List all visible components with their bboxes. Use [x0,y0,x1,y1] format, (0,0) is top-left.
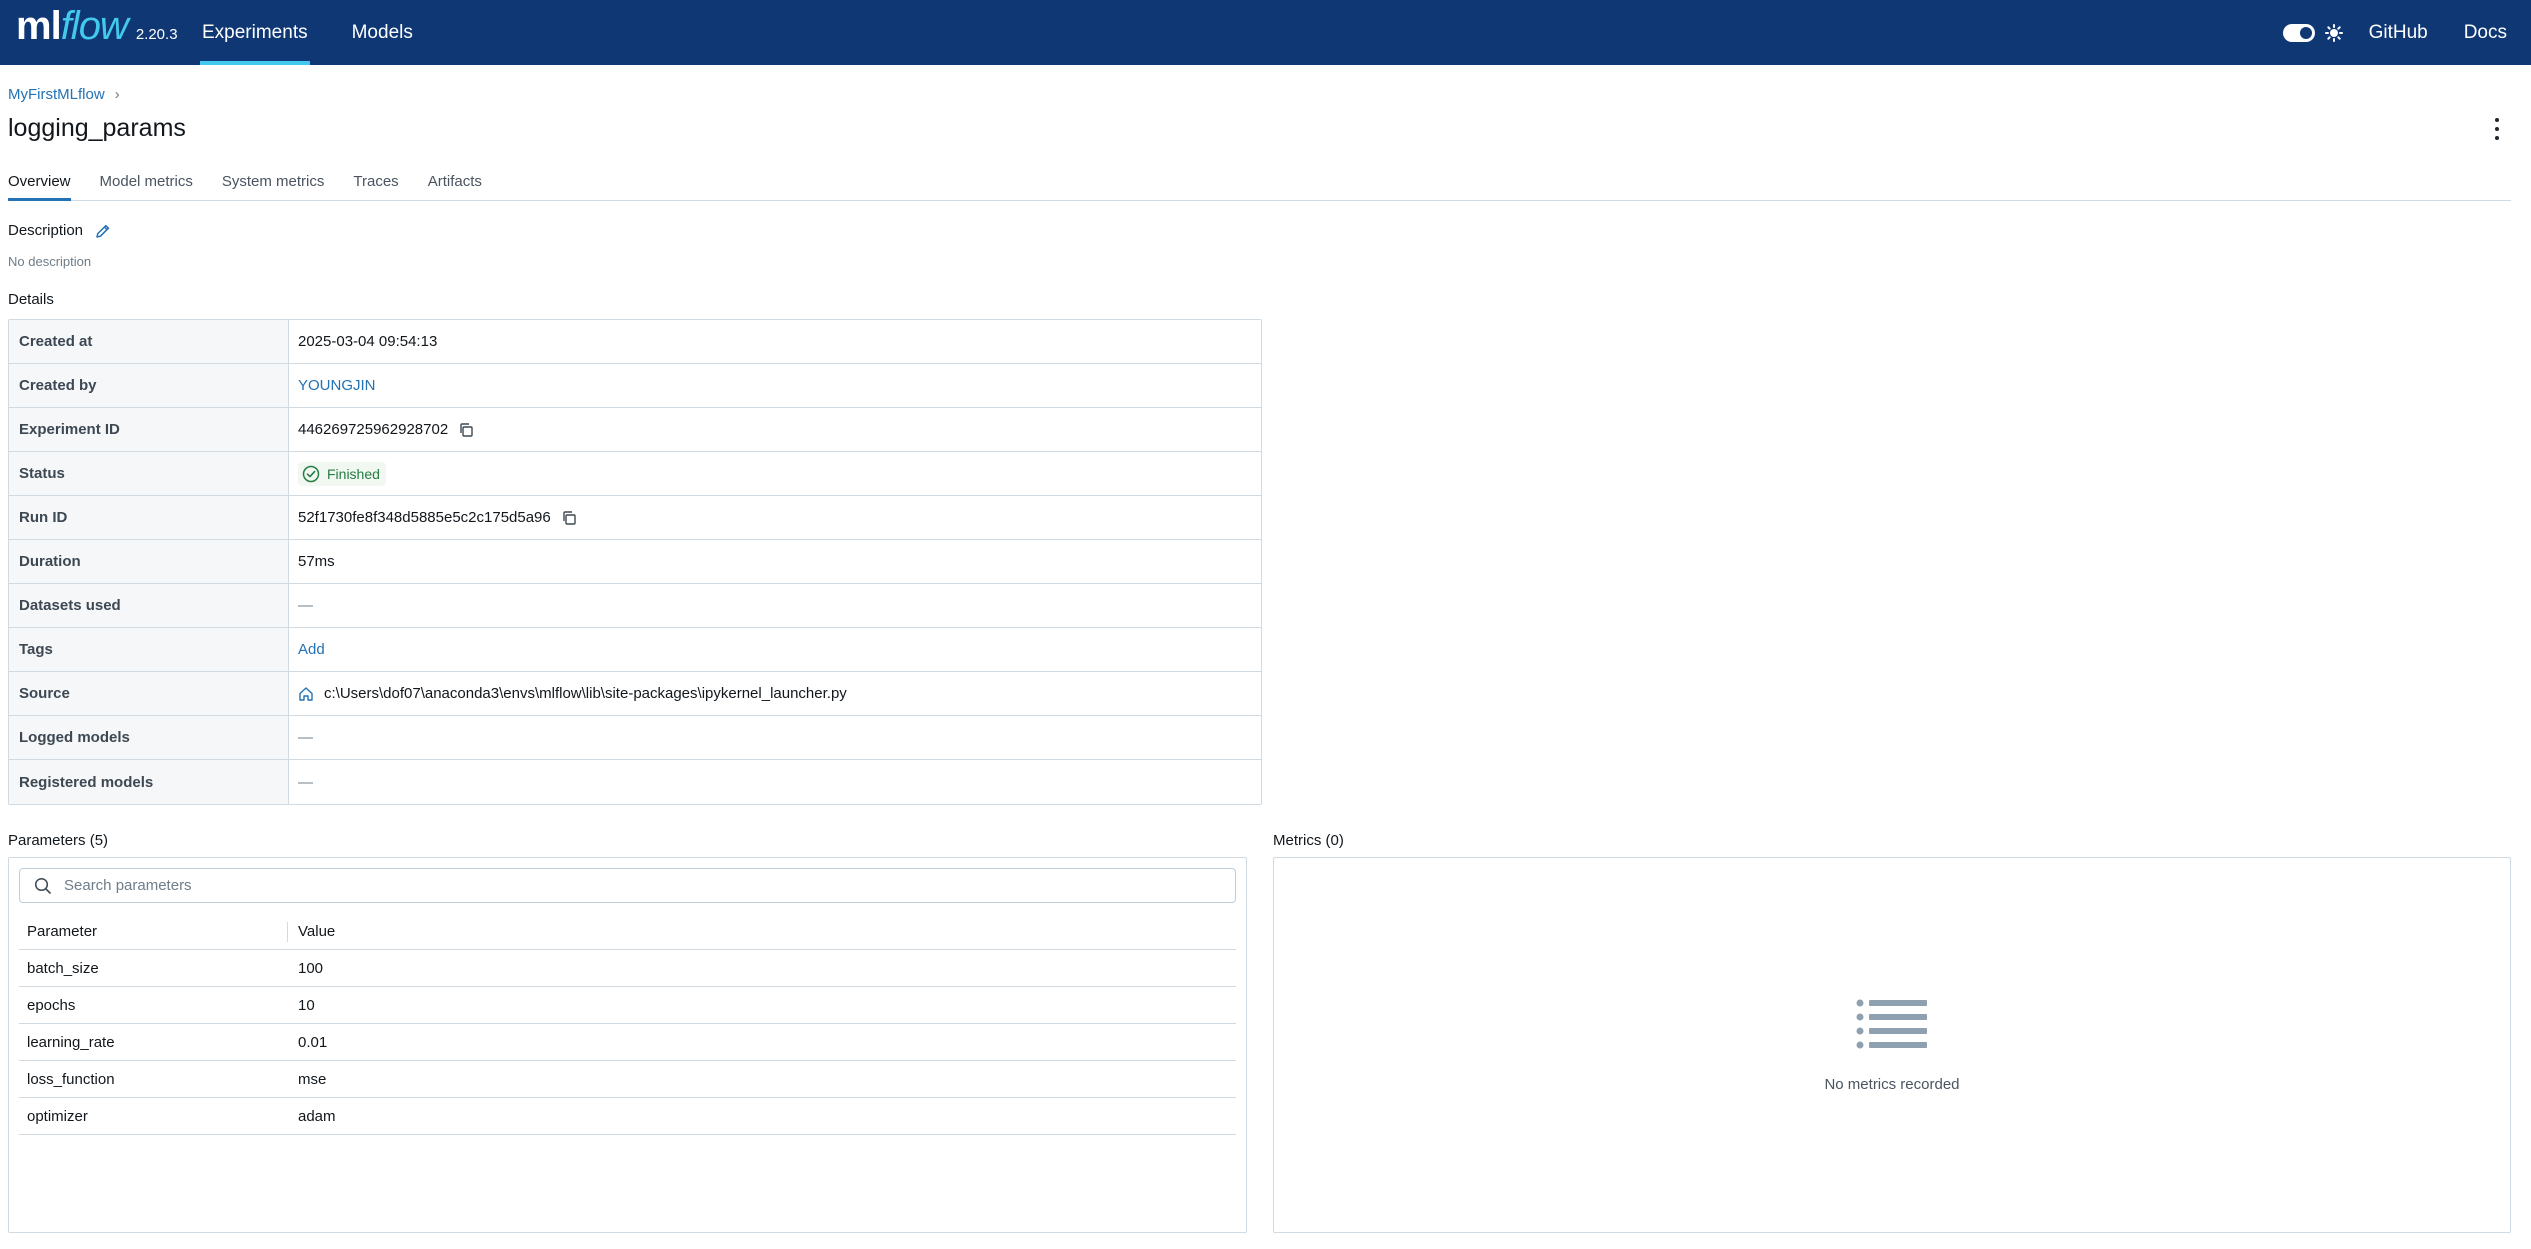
details-row-source: Source c:\Users\dof07\anaconda3\envs\mlf… [9,672,1261,716]
details-heading: Details [8,291,54,308]
details-key: Registered models [9,760,289,804]
pencil-icon[interactable] [95,223,111,239]
sun-icon[interactable] [2324,23,2343,42]
copy-icon[interactable] [458,422,474,438]
tab-artifacts[interactable]: Artifacts [428,170,482,200]
details-key: Logged models [9,716,289,759]
metrics-empty-state: No metrics recorded [1274,858,2510,1232]
run-tabs: Overview Model metrics System metrics Tr… [8,170,2511,201]
github-link[interactable]: GitHub [2369,22,2428,44]
table-row: epochs 10 [19,987,1236,1024]
breadcrumb-separator: › [114,86,120,103]
status-text: Finished [327,465,380,482]
parameters-panel: Parameter Value batch_size 100 epochs 10… [8,857,1247,1233]
run-id-value: 52f1730fe8f348d5885e5c2c175d5a96 [298,509,551,526]
version-label: 2.20.3 [135,26,178,43]
details-row-datasets-used: Datasets used — [9,584,1261,628]
table-row: batch_size 100 [19,950,1236,987]
details-key: Created by [9,364,289,407]
search-parameters-input[interactable] [62,876,1235,895]
header-actions: GitHub Docs [2282,0,2507,65]
details-row-experiment-id: Experiment ID 446269725962928702 [9,408,1261,452]
duration-value: 57ms [298,553,335,570]
nav-experiments[interactable]: Experiments [200,0,310,65]
param-name: epochs [27,996,76,1014]
add-tag-link[interactable]: Add [298,641,325,658]
param-name: batch_size [27,959,99,977]
details-key: Source [9,672,289,715]
logo-ml-text: ml [16,4,62,48]
parameters-heading: Parameters (5) [8,832,109,849]
details-row-status: Status Finished [9,452,1261,496]
source-value: c:\Users\dof07\anaconda3\envs\mlflow\lib… [324,685,847,702]
search-icon [34,877,51,894]
registered-models-value: — [298,773,313,791]
details-row-logged-models: Logged models — [9,716,1261,760]
datasets-used-value: — [298,597,313,614]
param-value: mse [298,1070,327,1088]
logged-models-value: — [298,729,313,746]
details-key: Tags [9,628,289,671]
param-name: optimizer [27,1107,88,1125]
param-value: 100 [298,959,324,977]
main-nav: Experiments Models [200,0,455,65]
description-heading: Description [8,222,111,239]
metrics-heading: Metrics (0) [1273,832,1344,849]
tab-system-metrics[interactable]: System metrics [222,170,325,200]
details-row-run-id: Run ID 52f1730fe8f348d5885e5c2c175d5a96 [9,496,1261,540]
param-value: adam [298,1107,336,1125]
logo-flow-text: flow [60,4,129,48]
details-row-created-by: Created by YOUNGJIN [9,364,1261,408]
breadcrumb: MyFirstMLflow › [8,86,120,103]
dark-mode-toggle[interactable] [2282,23,2315,42]
experiment-id-value: 446269725962928702 [298,421,449,438]
no-description-text: No description [8,254,92,269]
description-label: Description [8,222,84,239]
parameters-table: Parameter Value batch_size 100 epochs 10… [19,914,1236,1135]
created-at-value: 2025-03-04 09:54:13 [298,333,438,350]
top-navigation-bar: ml flow 2.20.3 Experiments Models GitHub… [0,0,2531,65]
param-value: 10 [298,996,315,1014]
param-name: loss_function [27,1070,115,1088]
param-value: 0.01 [298,1033,328,1051]
more-options-icon[interactable] [2493,118,2501,140]
details-row-tags: Tags Add [9,628,1261,672]
details-row-duration: Duration 57ms [9,540,1261,584]
details-row-registered-models: Registered models — [9,760,1261,804]
tab-overview[interactable]: Overview [8,170,71,201]
table-row: learning_rate 0.01 [19,1024,1236,1061]
list-icon [1856,999,1927,1048]
details-row-created-at: Created at 2025-03-04 09:54:13 [9,320,1261,364]
details-key: Created at [9,320,289,363]
column-header-parameter[interactable]: Parameter [19,914,287,949]
metrics-panel: No metrics recorded [1273,857,2511,1233]
home-icon [298,686,314,702]
copy-icon[interactable] [561,510,577,526]
page-title: logging_params [8,114,186,142]
details-key: Experiment ID [9,408,289,451]
nav-models[interactable]: Models [350,0,415,65]
tab-model-metrics[interactable]: Model metrics [100,170,193,200]
search-box[interactable] [19,868,1236,903]
check-circle-icon [302,465,320,482]
parameters-table-header: Parameter Value [19,914,1236,950]
details-key: Run ID [9,496,289,539]
no-metrics-text: No metrics recorded [1824,1075,1960,1093]
details-key: Status [9,452,289,495]
param-name: learning_rate [27,1033,115,1051]
details-table: Created at 2025-03-04 09:54:13 Created b… [8,319,1262,805]
column-header-value[interactable]: Value [287,921,1236,942]
created-by-link[interactable]: YOUNGJIN [298,377,376,394]
docs-link[interactable]: Docs [2464,22,2507,44]
status-badge: Finished [298,461,386,486]
table-row: optimizer adam [19,1098,1236,1135]
table-row: loss_function mse [19,1061,1236,1098]
details-key: Datasets used [9,584,289,627]
tab-traces[interactable]: Traces [353,170,398,200]
mlflow-logo[interactable]: ml flow 2.20.3 [16,4,178,60]
details-key: Duration [9,540,289,583]
breadcrumb-experiment-link[interactable]: MyFirstMLflow [8,86,105,103]
